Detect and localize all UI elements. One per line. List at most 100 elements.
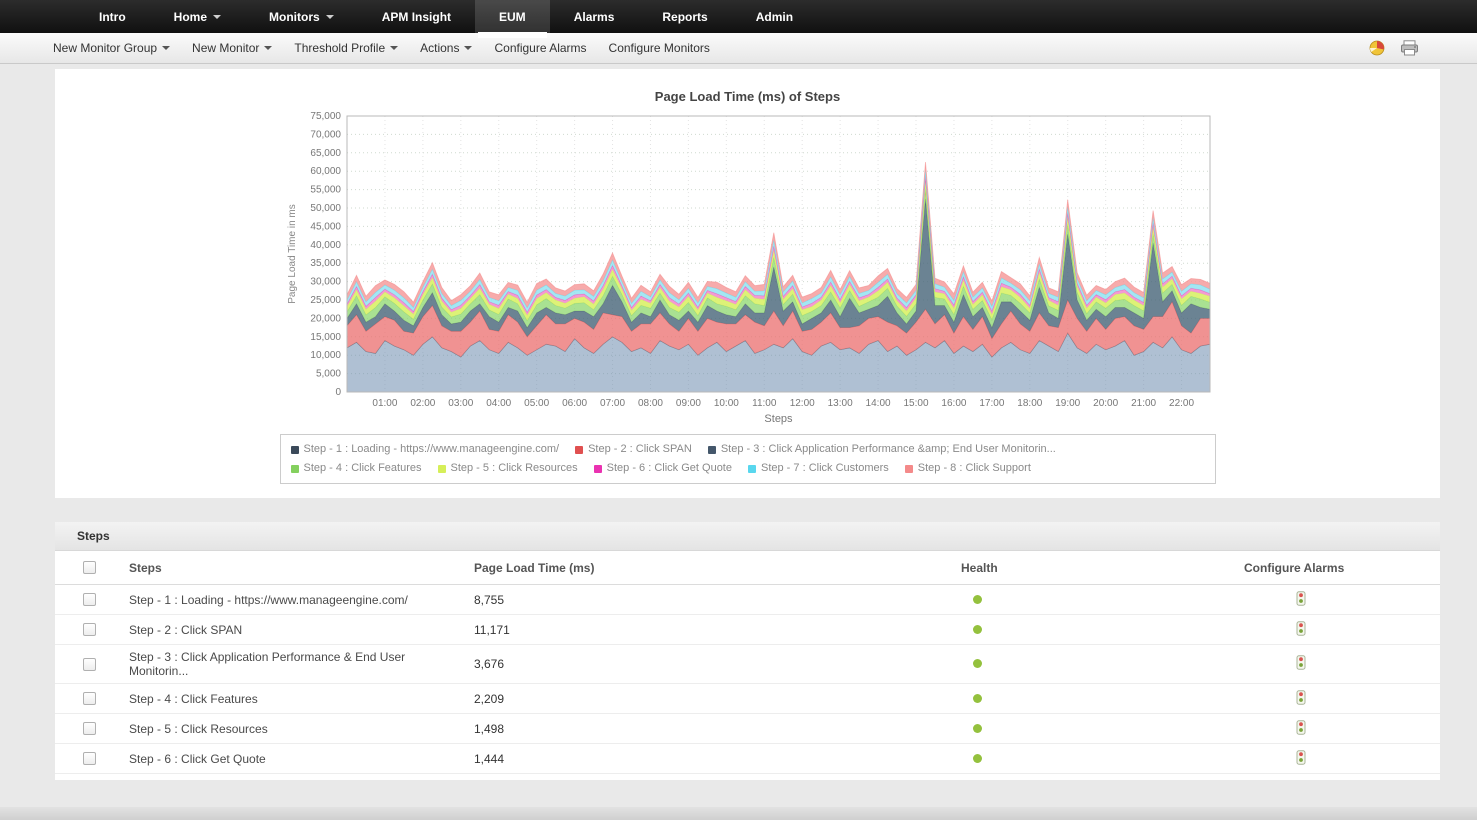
legend-label: Step - 6 : Click Get Quote	[606, 462, 732, 474]
toolbar-item-label: Configure Alarms	[494, 41, 587, 55]
svg-text:35,000: 35,000	[310, 258, 341, 269]
secondary-toolbar: New Monitor Group New Monitor Threshold Pr…	[0, 33, 1477, 64]
configure-alarm-icon[interactable]	[1296, 655, 1306, 673]
toolbar-item-actions[interactable]: Actions	[409, 41, 483, 55]
steps-panel: Steps Steps Page Load Time (ms) Health C…	[55, 522, 1440, 780]
configure-alarms-cell	[1214, 715, 1440, 743]
legend-marker-icon	[437, 464, 446, 473]
svg-text:11:00: 11:00	[752, 398, 777, 409]
toolbar-item-new-monitor[interactable]: New Monitor	[181, 41, 283, 55]
health-status-icon	[973, 723, 982, 733]
page-load-time-value: 1,444	[474, 751, 505, 766]
nav-item-label: Alarms	[573, 9, 615, 24]
step-link[interactable]: Step - 5 : Click Resources	[129, 722, 268, 736]
row-checkbox[interactable]	[83, 692, 96, 705]
nav-item-intro[interactable]: Intro	[75, 0, 150, 33]
step-link[interactable]: Step - 4 : Click Features	[129, 692, 258, 706]
col-header-steps: Steps	[129, 560, 162, 575]
top-nav: Intro Home Monitors APM Insight EUM Alarms Rep…	[0, 0, 1477, 38]
row-checkbox[interactable]	[83, 752, 96, 765]
configure-alarms-cell	[1214, 745, 1440, 773]
health-cell	[931, 747, 1214, 771]
col-header-page-load-time: Page Load Time (ms)	[474, 560, 595, 575]
nav-item-alarms[interactable]: Alarms	[550, 0, 639, 33]
configure-alarm-icon[interactable]	[1296, 749, 1306, 768]
nav-item-eum[interactable]: EUM	[475, 0, 550, 38]
col-header-health: Health	[961, 560, 998, 575]
legend-marker-icon	[904, 464, 913, 473]
configure-alarm-icon[interactable]	[1296, 719, 1306, 738]
toolbar-item-threshold-profile[interactable]: Threshold Profile	[283, 41, 409, 55]
health-status-icon	[973, 624, 982, 634]
svg-text:02:00: 02:00	[410, 398, 435, 409]
nav-item-label: EUM	[499, 9, 526, 24]
toolbar-item-label: New Monitor	[192, 41, 260, 55]
nav-item-reports[interactable]: Reports	[638, 0, 731, 33]
svg-text:0: 0	[335, 387, 341, 398]
table-row-step-2: Step - 2 : Click SPAN 11,171	[55, 615, 1440, 645]
configure-alarm-icon[interactable]	[1296, 590, 1306, 609]
legend-label: Step - 2 : Click SPAN	[588, 443, 692, 455]
nav-item-label: APM Insight	[381, 9, 452, 24]
configure-alarm-icon[interactable]	[1296, 689, 1306, 708]
print-icon[interactable]	[1400, 40, 1419, 56]
legend-row: Step - 4 : Click Features Step - 5 : Clic…	[290, 459, 1205, 478]
row-checkbox[interactable]	[83, 722, 96, 735]
svg-text:09:00: 09:00	[676, 398, 701, 409]
row-checkbox[interactable]	[83, 593, 96, 606]
legend-label: Step - 5 : Click Resources	[450, 462, 578, 474]
chevron-down-icon	[264, 46, 273, 50]
row-checkbox-cell	[55, 618, 99, 641]
toolbar-item-label: Configure Monitors	[608, 41, 710, 55]
step-link[interactable]: Step - 2 : Click SPAN	[129, 623, 242, 637]
legend-item-step-4: Step - 4 : Click Features	[290, 459, 422, 478]
steps-section-title: Steps	[55, 522, 1440, 551]
nav-item-home[interactable]: Home	[150, 0, 245, 33]
page-load-time-value: 8,755	[474, 592, 505, 607]
legend-item-step-1: Step - 1 : Loading - https://www.managee…	[290, 440, 560, 459]
footer-strip	[0, 807, 1477, 820]
personalize-icon[interactable]	[1368, 40, 1386, 56]
health-cell	[931, 687, 1214, 711]
legend-item-step-7: Step - 7 : Click Customers	[748, 459, 889, 478]
configure-alarms-cell	[1214, 685, 1440, 713]
step-link[interactable]: Step - 6 : Click Get Quote	[129, 752, 266, 766]
x-axis-label: Steps	[764, 413, 793, 425]
chevron-down-icon	[162, 46, 171, 50]
table-row-step-5: Step - 5 : Click Resources 1,498	[55, 714, 1440, 744]
legend-marker-icon	[748, 464, 756, 473]
svg-text:01:00: 01:00	[372, 398, 397, 409]
nav-item-apm-insight[interactable]: APM Insight	[358, 0, 475, 33]
table-row-step-4: Step - 4 : Click Features 2,209	[55, 684, 1440, 714]
col-header-configure-alarms: Configure Alarms	[1244, 560, 1345, 575]
select-all-checkbox[interactable]	[83, 561, 96, 574]
nav-item-monitors[interactable]: Monitors	[245, 0, 358, 33]
row-checkbox-cell	[55, 747, 99, 770]
chart-panel: Page Load Time (ms) of Steps 0 5,000 10,00…	[55, 69, 1440, 498]
nav-item-label: Reports	[662, 9, 708, 24]
page-load-time-value: 2,209	[474, 691, 505, 706]
configure-alarm-icon[interactable]	[1296, 620, 1306, 639]
svg-text:05:00: 05:00	[524, 398, 549, 409]
y-axis-label: Page Load Time in ms	[287, 204, 298, 304]
step-link[interactable]: Step - 3 : Click Application Performance…	[129, 650, 405, 678]
configure-alarms-cell	[1214, 616, 1440, 644]
toolbar-item-new-monitor-group[interactable]: New Monitor Group	[42, 41, 181, 55]
chevron-down-icon	[390, 46, 399, 50]
legend-item-step-8: Step - 8 : Click Support	[904, 459, 1031, 478]
toolbar-item-configure-monitors[interactable]: Configure Monitors	[598, 41, 721, 55]
toolbar-item-configure-alarms[interactable]: Configure Alarms	[483, 41, 597, 55]
table-row-step-6: Step - 6 : Click Get Quote 1,444	[55, 744, 1440, 774]
row-checkbox[interactable]	[83, 657, 96, 671]
legend-label: Step - 1 : Loading - https://www.managee…	[303, 443, 560, 455]
legend-marker-icon	[593, 464, 602, 473]
legend-item-step-3: Step - 3 : Click Application Performance…	[707, 440, 1056, 459]
steps-table-header: Steps Page Load Time (ms) Health Configu…	[55, 551, 1440, 585]
nav-item-admin[interactable]: Admin	[732, 0, 817, 33]
health-cell	[931, 717, 1214, 741]
svg-text:18:00: 18:00	[1017, 398, 1042, 409]
toolbar-item-label: New Monitor Group	[53, 41, 158, 55]
step-name-cell: Step - 4 : Click Features	[99, 687, 444, 711]
step-link[interactable]: Step - 1 : Loading - https://www.managee…	[129, 593, 408, 607]
row-checkbox[interactable]	[83, 623, 96, 636]
